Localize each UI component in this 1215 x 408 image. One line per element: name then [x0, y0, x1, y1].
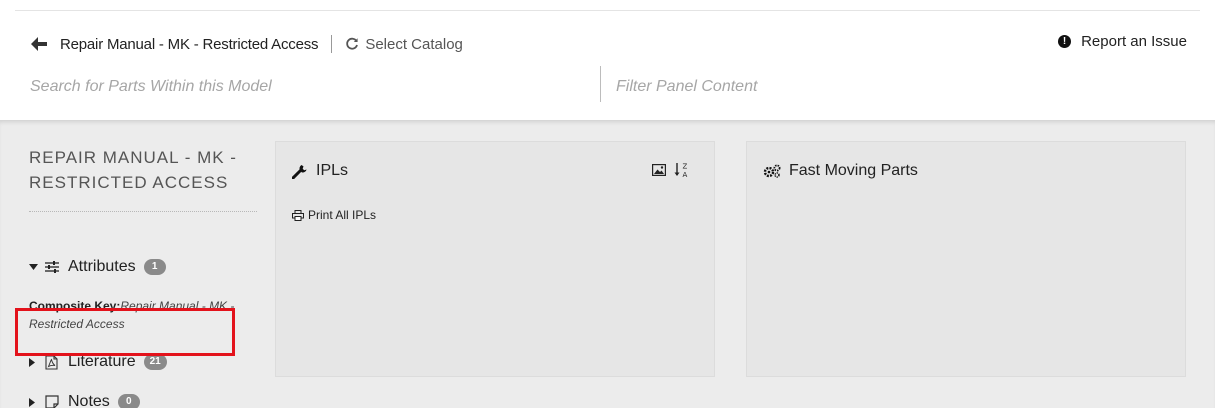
top-bar: Repair Manual - MK - Restricted Access S… — [0, 0, 1215, 120]
attributes-toggle[interactable]: Attributes 1 — [29, 256, 166, 278]
arrow-left-icon[interactable] — [30, 35, 48, 53]
model-sidebar: REPAIR MANUAL - MK - RESTRICTED ACCESS A… — [29, 145, 257, 408]
svg-text:Z: Z — [683, 163, 688, 171]
report-issue-button[interactable]: ! Report an Issue — [1058, 33, 1187, 50]
fast-moving-header: Fast Moving Parts — [763, 162, 918, 180]
print-all-ipls-link[interactable]: Print All IPLs — [292, 208, 376, 222]
select-catalog-label: Select Catalog — [365, 35, 463, 53]
breadcrumb: Repair Manual - MK - Restricted Access S… — [30, 33, 463, 55]
ipls-panel-header: IPLs — [292, 162, 348, 180]
composite-key: Composite Key:Repair Manual - MK - Restr… — [29, 297, 257, 333]
parts-search-input[interactable] — [30, 70, 590, 104]
model-title: REPAIR MANUAL - MK - RESTRICTED ACCESS — [29, 148, 237, 192]
gears-icon — [763, 164, 781, 178]
separator — [331, 35, 333, 53]
search-row — [30, 66, 1190, 110]
ipls-panel: IPLs ZA Print All IPLs — [275, 141, 715, 377]
notes-toggle[interactable]: Notes 0 — [29, 391, 140, 408]
content-area: REPAIR MANUAL - MK - RESTRICTED ACCESS A… — [0, 120, 1215, 408]
notes-label: Notes — [68, 393, 110, 408]
caret-down-icon — [29, 264, 39, 270]
caret-right-icon — [29, 357, 39, 367]
attributes-label: Attributes — [68, 258, 136, 275]
sort-alpha-icon[interactable]: ZA — [674, 162, 690, 178]
fast-moving-title: Fast Moving Parts — [789, 162, 918, 179]
pdf-file-icon — [45, 354, 61, 370]
print-all-label: Print All IPLs — [308, 208, 377, 222]
image-icon[interactable] — [652, 164, 666, 176]
attributes-count-badge: 1 — [143, 259, 166, 275]
dotted-divider — [29, 211, 257, 212]
print-icon — [292, 209, 304, 221]
refresh-icon — [345, 37, 359, 51]
literature-count-badge: 21 — [143, 354, 167, 370]
fast-moving-parts-panel: Fast Moving Parts — [746, 141, 1186, 377]
caret-right-icon — [29, 397, 39, 407]
literature-label: Literature — [68, 353, 136, 370]
notes-count-badge: 0 — [117, 394, 140, 408]
filter-panel-input[interactable] — [616, 70, 1176, 104]
sticky-note-icon — [45, 395, 61, 408]
composite-key-label: Composite Key: — [29, 299, 121, 313]
svg-text:A: A — [683, 171, 688, 178]
literature-toggle[interactable]: Literature 21 — [29, 351, 167, 373]
search-divider — [600, 66, 601, 102]
ipls-title: IPLs — [316, 162, 349, 179]
catalog-title[interactable]: Repair Manual - MK - Restricted Access — [60, 36, 319, 53]
sliders-icon — [45, 261, 61, 273]
exclamation-circle-icon: ! — [1058, 35, 1072, 48]
ipls-tools: ZA — [644, 162, 690, 178]
top-divider — [15, 10, 1200, 11]
report-issue-label: Report an Issue — [1081, 33, 1187, 50]
wrench-icon — [292, 163, 308, 179]
select-catalog-button[interactable]: Select Catalog — [345, 36, 463, 53]
